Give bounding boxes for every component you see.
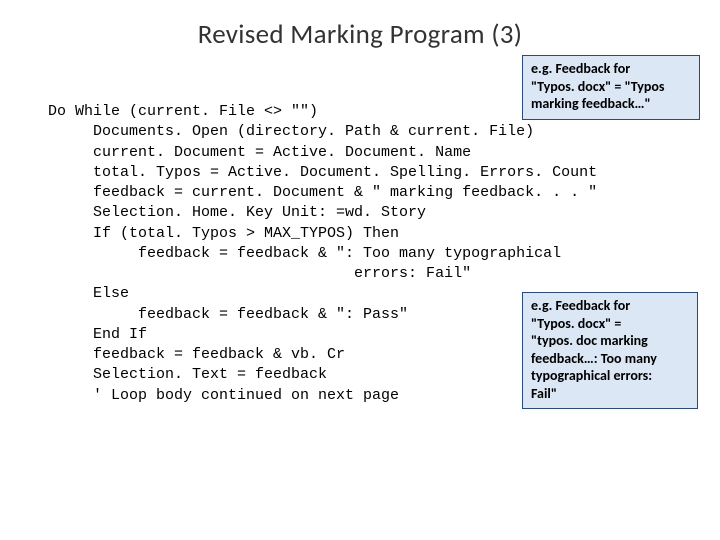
annot2-line5: typographical errors: <box>531 367 652 384</box>
slide-title: Revised Marking Program (3) <box>0 18 720 51</box>
annot2-line4: feedback…: Too many <box>531 350 657 367</box>
annot1-line2: "Typos. docx" = "Typos <box>531 78 664 95</box>
annotation-box-1: e.g. Feedback for "Typos. docx" = "Typos… <box>522 55 700 120</box>
annotation-box-2: e.g. Feedback for "Typos. docx" = "typos… <box>522 292 698 409</box>
annot2-line2: "Typos. docx" = <box>531 315 621 332</box>
code-block: Do While (current. File <> "") Documents… <box>48 102 597 406</box>
annot2-line6: Fail" <box>531 385 557 402</box>
annot1-line3: marking feedback…" <box>531 95 651 112</box>
annot1-line1: e.g. Feedback for <box>531 60 630 77</box>
annot2-line3: "typos. doc marking <box>531 332 648 349</box>
annot2-line1: e.g. Feedback for <box>531 297 630 314</box>
